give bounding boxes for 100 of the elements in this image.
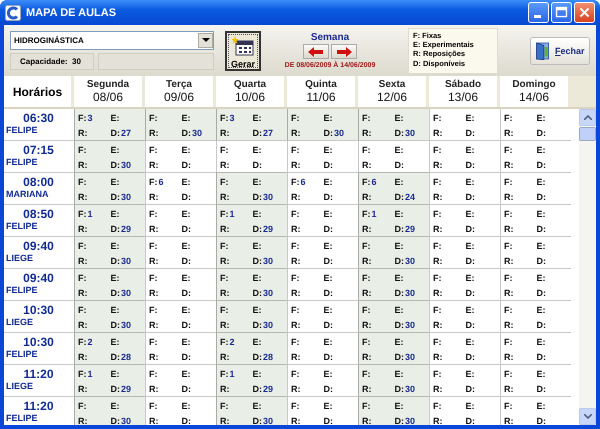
scroll-thumb[interactable] <box>579 127 596 141</box>
schedule-cell[interactable]: F: E: R: D: <box>500 109 571 141</box>
cell-field: E: <box>182 367 214 382</box>
schedule-cell[interactable]: F: E: R: D: <box>429 205 500 237</box>
schedule-cell[interactable]: F: E: R: D: <box>287 141 358 173</box>
cell-field: R: <box>78 254 110 268</box>
cell-field: E: <box>182 335 214 350</box>
schedule-cell[interactable]: F: E: R: D: <box>500 173 571 205</box>
cell-field: E: <box>252 367 285 382</box>
cell-field: F: <box>220 271 252 286</box>
schedule-cell[interactable]: F: E: R: D: <box>500 205 571 237</box>
next-week-button[interactable] <box>331 44 357 59</box>
schedule-cell[interactable]: F: E: R: D:30 <box>216 300 287 333</box>
schedule-cell[interactable]: F:2 E: R: D:28 <box>216 332 287 365</box>
cell-field: R: <box>291 382 324 396</box>
schedule-cell[interactable]: F: E: R: D:30 <box>358 364 429 397</box>
cell-field: E: <box>536 303 569 318</box>
cell-field: D: <box>324 222 356 236</box>
schedule-cell[interactable]: F: E: R: D: <box>429 237 500 269</box>
schedule-cell[interactable]: F: E: R: D:30 <box>74 396 145 425</box>
schedule-cell[interactable]: F: E: R: D:30 <box>74 236 145 269</box>
schedule-cell[interactable]: F: E: R: D: <box>429 269 500 301</box>
schedule-cell[interactable]: F:1 E: R: D:29 <box>216 364 287 397</box>
schedule-cell[interactable]: F: E: R: D:30 <box>74 300 145 333</box>
schedule-cell[interactable]: F: E: R: D: <box>429 301 500 333</box>
schedule-cell[interactable]: F: E: R: D:30 <box>358 332 429 365</box>
maximize-button[interactable] <box>551 2 572 23</box>
schedule-cell[interactable]: F:3 E: R: D:27 <box>216 109 287 141</box>
schedule-cell[interactable]: F: E: R: D: <box>500 333 571 365</box>
schedule-cell[interactable]: F: E: R: D: <box>500 397 571 425</box>
schedule-cell[interactable]: F: E: R: D: <box>500 269 571 301</box>
cell-field: E: <box>466 399 498 414</box>
schedule-cell[interactable]: F: E: R: D: <box>500 141 571 173</box>
cell-field: F: <box>291 399 324 414</box>
schedule-cell[interactable]: F:1 E: R: D:29 <box>74 204 145 237</box>
schedule-cell[interactable]: F: E: R: D: <box>429 333 500 365</box>
schedule-cell[interactable]: F: E: R: D: <box>429 109 500 141</box>
schedule-cell[interactable]: F: E: R: D:30 <box>216 236 287 269</box>
cell-field: R: <box>433 222 466 236</box>
schedule-cell[interactable]: F: E: R: D:30 <box>74 140 145 173</box>
teacher-name: FELIPE <box>6 285 39 295</box>
close-button[interactable] <box>574 2 595 23</box>
cell-field: F: <box>504 239 536 254</box>
cell-field: E: <box>110 271 143 286</box>
minimize-button[interactable] <box>528 2 549 23</box>
scroll-down-button[interactable] <box>579 408 596 425</box>
cell-field: D: <box>182 318 214 332</box>
cell-field: F: <box>504 143 536 158</box>
schedule-cell[interactable]: F: E: R: D:30 <box>358 268 429 301</box>
schedule-cell[interactable]: F: E: R: D:30 <box>358 236 429 269</box>
schedule-cell[interactable]: F:1 E: R: D:29 <box>74 364 145 397</box>
vertical-scrollbar[interactable] <box>579 109 596 425</box>
activity-dropdown[interactable]: HIDROGINÁSTICA <box>10 31 214 50</box>
schedule-cell[interactable]: F: E: R: D: <box>145 141 216 173</box>
schedule-cell[interactable]: F: E: R: D:30 <box>358 109 429 141</box>
schedule-cell[interactable]: F: E: R: D: <box>500 237 571 269</box>
cell-field: R: <box>291 126 324 140</box>
cell-field: F: <box>291 143 324 158</box>
schedule-cell[interactable]: F: E: R: D: <box>500 301 571 333</box>
schedule-cell[interactable]: F: E: R: D: <box>429 365 500 397</box>
schedule-cell[interactable]: F:3 E: R: D:27 <box>74 109 145 141</box>
cell-field: E: <box>252 143 285 158</box>
cell-field: D:30 <box>252 318 285 332</box>
schedule-cell[interactable]: F:1 E: R: D:29 <box>358 204 429 237</box>
cell-field: E: <box>394 239 427 254</box>
cell-field: R: <box>78 414 110 425</box>
cell-field: R: <box>362 126 394 140</box>
schedule-cell[interactable]: F: E: R: D:30 <box>216 172 287 205</box>
teacher-name: FELIPE <box>6 349 39 359</box>
cell-field: R: <box>149 222 182 236</box>
schedule-cell[interactable]: F: E: R: D:30 <box>145 109 216 141</box>
close-form-button[interactable]: Fechar <box>530 36 590 64</box>
schedule-cell[interactable]: F: E: R: D: <box>429 397 500 425</box>
schedule-cell[interactable]: F:6 E: R: D:24 <box>358 172 429 205</box>
scroll-up-button[interactable] <box>579 109 596 126</box>
cell-field: D:30 <box>110 414 143 425</box>
cell-field: E: <box>110 367 143 382</box>
schedule-cell[interactable]: F: E: R: D: <box>429 141 500 173</box>
schedule-cell[interactable]: F:1 E: R: D:29 <box>216 204 287 237</box>
schedule-cell[interactable]: F: E: R: D: <box>500 365 571 397</box>
schedule-cell[interactable]: F: E: R: D: <box>429 173 500 205</box>
schedule-cell[interactable]: F: E: R: D:30 <box>358 396 429 425</box>
schedule-cell[interactable]: F: E: R: D:30 <box>358 300 429 333</box>
schedule-cell[interactable]: F: E: R: D:30 <box>287 109 358 141</box>
cell-field: E: <box>466 367 498 382</box>
cell-field: D: <box>394 158 427 172</box>
schedule-cell[interactable]: F: E: R: D:30 <box>74 172 145 205</box>
schedule-cell[interactable]: F:2 E: R: D:28 <box>74 332 145 365</box>
cell-field: F: <box>433 239 466 254</box>
schedule-cell[interactable]: F: E: R: D:30 <box>216 268 287 301</box>
cell-field: F: <box>362 271 394 286</box>
schedule-cell[interactable]: F: E: R: D:30 <box>216 396 287 425</box>
class-time: 09:40 <box>22 271 55 285</box>
generate-button[interactable]: Gerar <box>225 30 261 70</box>
schedule-cell[interactable]: F: E: R: D:30 <box>74 268 145 301</box>
previous-week-button[interactable] <box>303 44 329 59</box>
cell-field: D:28 <box>252 350 285 364</box>
cell-field: R: <box>504 382 536 396</box>
minimize-icon <box>534 15 541 18</box>
cell-field: F:1 <box>220 207 252 222</box>
